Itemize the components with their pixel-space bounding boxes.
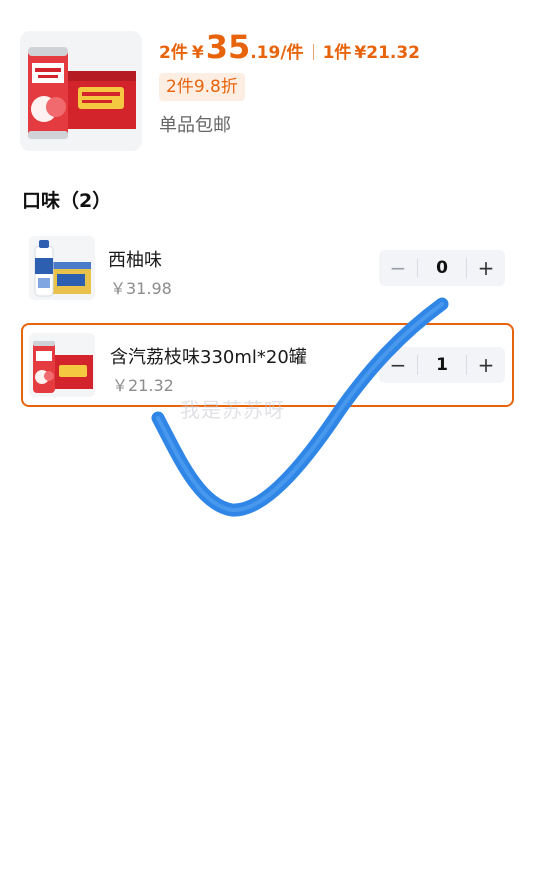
increment-button[interactable]: + bbox=[467, 250, 505, 286]
lychee-drink-image bbox=[28, 47, 136, 139]
grapefruit-drink-image bbox=[34, 240, 91, 297]
currency-symbol: ¥ bbox=[191, 43, 204, 63]
discount-badge: 2件9.8折 bbox=[159, 73, 245, 101]
price-line: 2件 ¥ 35 .19 /件 1件 ¥21.32 bbox=[159, 28, 420, 68]
option-name: 含汽荔枝味330ml*20罐 bbox=[110, 347, 307, 368]
per-unit-label: /件 bbox=[280, 43, 304, 63]
option-grapefruit[interactable]: 西柚味 ￥31.98 − 0 + bbox=[21, 226, 514, 310]
decrement-button[interactable]: − bbox=[379, 347, 417, 383]
option-name: 西柚味 bbox=[108, 250, 162, 271]
option-image bbox=[29, 333, 95, 397]
free-shipping-label: 单品包邮 bbox=[159, 115, 231, 136]
bundle-price-decimal: .19 bbox=[250, 43, 281, 63]
product-image[interactable] bbox=[20, 31, 142, 151]
quantity-value[interactable]: 1 bbox=[418, 355, 466, 375]
single-qty-label: 1件 bbox=[322, 43, 352, 63]
quantity-stepper[interactable]: − 0 + bbox=[379, 250, 505, 286]
bundle-price-integer: 35 bbox=[205, 28, 251, 66]
price-divider bbox=[312, 44, 314, 60]
decrement-button[interactable]: − bbox=[379, 250, 417, 286]
option-image bbox=[29, 236, 95, 300]
option-price: ￥21.32 bbox=[112, 376, 174, 395]
flavor-section-title: 口味（2） bbox=[22, 190, 112, 212]
increment-button[interactable]: + bbox=[467, 347, 505, 383]
quantity-stepper[interactable]: − 1 + bbox=[379, 347, 505, 383]
bundle-qty-label: 2件 bbox=[159, 43, 188, 63]
lychee-drink-image bbox=[33, 341, 93, 393]
single-price: ¥21.32 bbox=[354, 43, 421, 63]
option-price: ￥31.98 bbox=[110, 279, 172, 298]
watermark-text: 我是苏苏呀 bbox=[180, 398, 285, 422]
quantity-value[interactable]: 0 bbox=[418, 258, 466, 278]
